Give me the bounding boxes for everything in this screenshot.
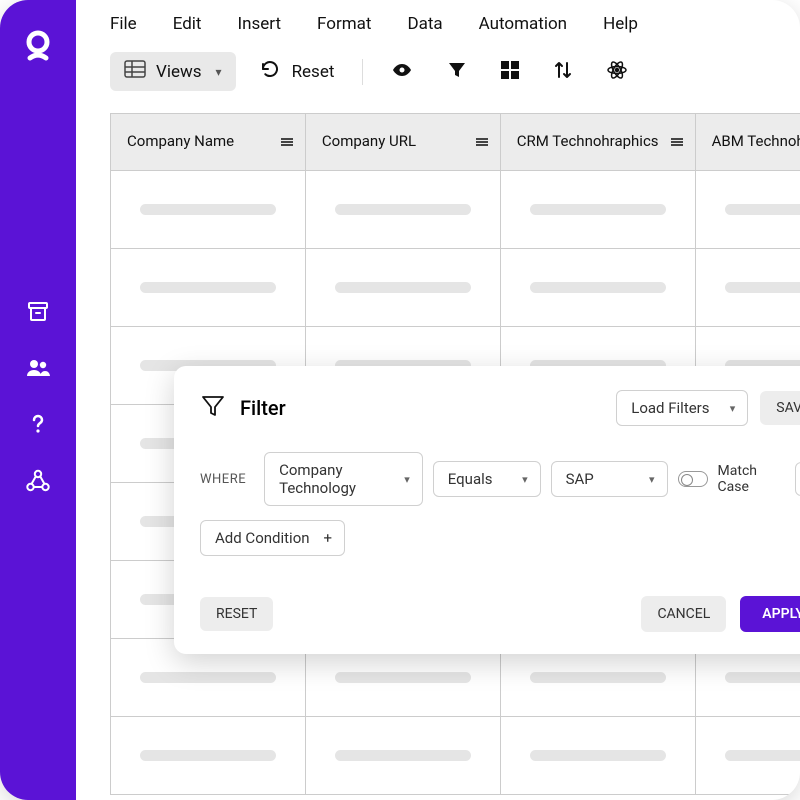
filter-title: Filter xyxy=(240,396,286,420)
column-header[interactable]: ABM Technohraphics xyxy=(695,114,800,170)
column-menu-icon[interactable] xyxy=(671,138,683,146)
menu-edit[interactable]: Edit xyxy=(173,14,202,34)
match-case-toggle[interactable] xyxy=(678,471,708,487)
tool-icons xyxy=(391,59,627,85)
sort-icon[interactable] xyxy=(553,60,573,84)
reset-label: Reset xyxy=(292,62,335,82)
save-button[interactable]: SAVE xyxy=(760,391,800,425)
menu-data[interactable]: Data xyxy=(407,14,442,34)
sidebar xyxy=(0,0,76,800)
plus-icon: + xyxy=(324,529,333,547)
menu-insert[interactable]: Insert xyxy=(237,14,281,34)
grid-icon[interactable] xyxy=(501,61,519,83)
users-icon[interactable] xyxy=(26,356,50,384)
menu-file[interactable]: File xyxy=(110,14,137,34)
field-value: Company Technology xyxy=(279,461,394,497)
app-frame: File Edit Insert Format Data Automation … xyxy=(0,0,800,800)
views-dropdown[interactable]: Views ▾ xyxy=(110,52,236,91)
column-label: ABM Technohraphics xyxy=(712,133,800,150)
refresh-icon xyxy=(260,59,280,84)
reset-button[interactable]: Reset xyxy=(260,59,335,84)
column-header[interactable]: Company Name xyxy=(111,114,306,170)
chevron-down-icon: ▾ xyxy=(216,65,222,79)
operator-select[interactable]: Equals ▾ xyxy=(433,461,541,497)
separator xyxy=(362,59,363,85)
cancel-button[interactable]: CANCEL xyxy=(641,596,726,632)
chevron-down-icon: ▾ xyxy=(404,473,410,486)
value-value: SAP xyxy=(566,470,594,488)
column-label: Company URL xyxy=(322,133,416,150)
main-area: File Edit Insert Format Data Automation … xyxy=(76,0,800,800)
value-select[interactable]: SAP ▾ xyxy=(551,461,668,497)
table-row[interactable] xyxy=(111,248,800,326)
filter-icon xyxy=(200,393,226,423)
match-case-label: Match Case xyxy=(718,463,785,495)
column-menu-icon[interactable] xyxy=(476,138,488,146)
filter-panel: Filter Load Filters ▾ SAVE WHERE Company… xyxy=(174,366,800,654)
apply-button[interactable]: APPLY xyxy=(740,596,800,632)
add-condition-label: Add Condition xyxy=(215,529,310,547)
menu-format[interactable]: Format xyxy=(317,14,371,34)
menubar: File Edit Insert Format Data Automation … xyxy=(76,0,800,48)
menu-help[interactable]: Help xyxy=(603,14,638,34)
chevron-down-icon: ▾ xyxy=(522,473,528,486)
table-row[interactable] xyxy=(111,716,800,794)
delete-condition-button[interactable] xyxy=(795,462,800,496)
add-condition-button[interactable]: Add Condition + xyxy=(200,520,345,556)
column-label: Company Name xyxy=(127,133,234,150)
views-label: Views xyxy=(156,62,202,82)
eye-icon[interactable] xyxy=(391,59,413,85)
operator-value: Equals xyxy=(448,470,493,488)
chevron-down-icon: ▾ xyxy=(730,402,736,415)
column-label: CRM Technohraphics xyxy=(517,133,659,150)
app-logo xyxy=(22,30,54,70)
column-menu-icon[interactable] xyxy=(281,138,293,146)
load-filters-dropdown[interactable]: Load Filters ▾ xyxy=(616,390,748,426)
webhook-icon[interactable] xyxy=(25,468,51,498)
column-header[interactable]: Company URL xyxy=(305,114,500,170)
help-icon[interactable] xyxy=(26,412,50,440)
column-header[interactable]: CRM Technohraphics xyxy=(500,114,695,170)
filter-icon[interactable] xyxy=(447,60,467,84)
archive-icon[interactable] xyxy=(26,300,50,328)
load-filters-label: Load Filters xyxy=(631,399,709,417)
atom-icon[interactable] xyxy=(607,60,627,84)
table-icon xyxy=(124,60,146,83)
field-select[interactable]: Company Technology ▾ xyxy=(264,452,423,506)
toolbar: Views ▾ Reset xyxy=(76,48,800,113)
table-row[interactable] xyxy=(111,170,800,248)
where-label: WHERE xyxy=(200,472,246,487)
menu-automation[interactable]: Automation xyxy=(479,14,567,34)
filter-reset-button[interactable]: RESET xyxy=(200,597,273,631)
chevron-down-icon: ▾ xyxy=(649,473,655,486)
